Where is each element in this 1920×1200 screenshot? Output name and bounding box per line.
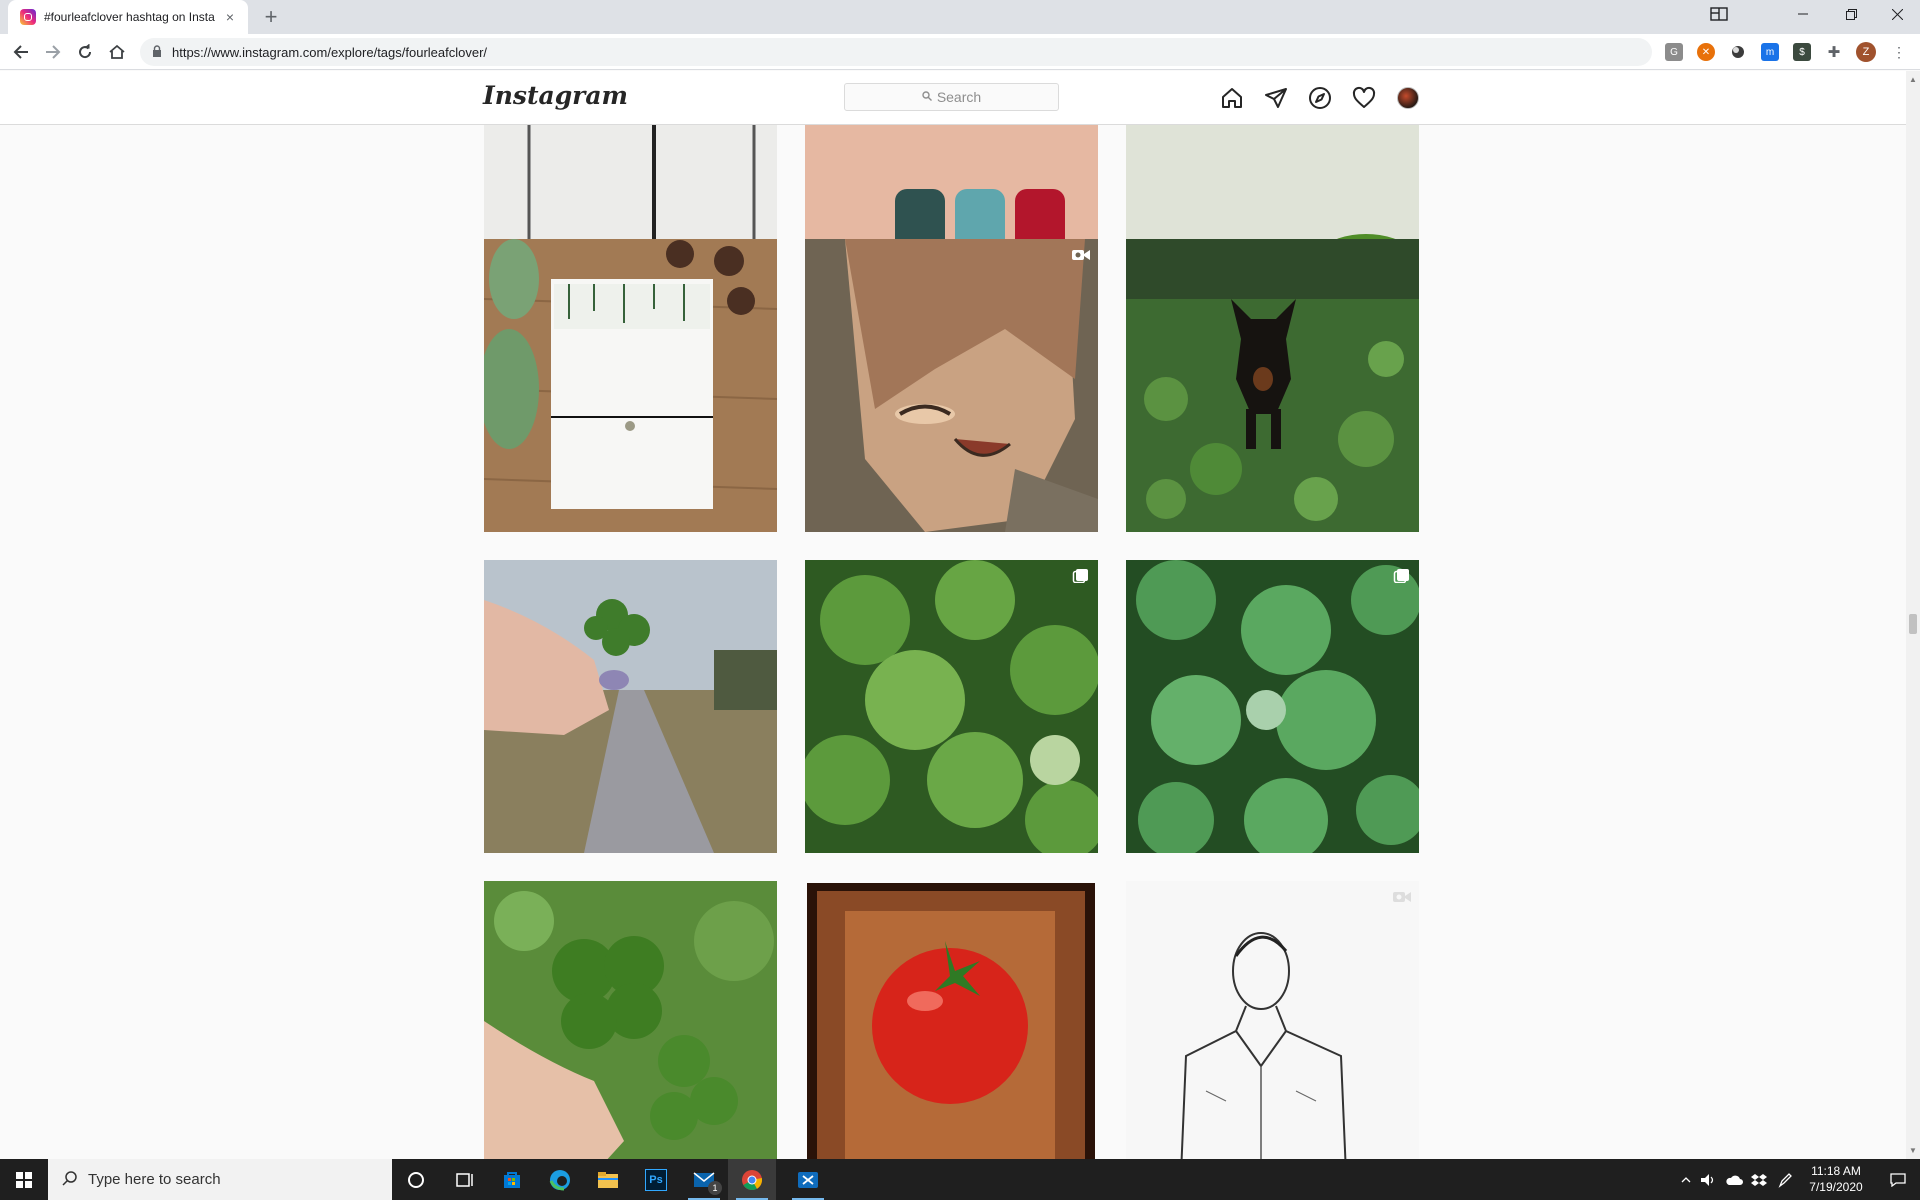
scroll-down-icon[interactable]: ▼ (1909, 1146, 1917, 1155)
post-tile[interactable] (1126, 239, 1419, 532)
chrome-icon[interactable] (728, 1159, 776, 1200)
lock-icon (152, 44, 162, 60)
url-text: https://www.instagram.com/explore/tags/f… (172, 44, 488, 60)
extension-x-icon[interactable]: ✕ (1697, 43, 1715, 61)
windows-taskbar: Type here to search Ps 1 11:18 AM 7/19/2… (0, 1159, 1920, 1200)
post-image-dog (1126, 239, 1419, 532)
explore-compass-icon[interactable] (1308, 86, 1332, 110)
profile-avatar[interactable]: Z (1856, 42, 1876, 62)
multiple-photos-icon (1072, 569, 1088, 583)
home-icon[interactable] (1220, 86, 1244, 110)
post-tile[interactable] (1126, 881, 1419, 1159)
clock-date: 7/19/2020 (1809, 1180, 1863, 1194)
restore-button[interactable] (1828, 0, 1874, 28)
file-explorer-icon[interactable] (584, 1159, 632, 1200)
mail-count-badge: 1 (708, 1181, 722, 1195)
activity-heart-icon[interactable] (1352, 86, 1376, 110)
post-image-card (484, 239, 777, 532)
close-tab-icon[interactable]: × (222, 9, 238, 25)
profile-avatar-ig[interactable] (1397, 87, 1419, 109)
post-image-anime (805, 239, 1098, 532)
task-view-icon[interactable] (440, 1159, 488, 1200)
taskbar-clock[interactable]: 11:18 AM 7/19/2020 (1796, 1163, 1876, 1195)
search-icon (62, 1170, 78, 1190)
scrollbar-thumb[interactable] (1909, 614, 1917, 634)
browser-menu-icon[interactable]: ⋮ (1890, 43, 1908, 61)
onedrive-icon[interactable] (1722, 1159, 1746, 1200)
forward-arrow-icon[interactable] (41, 40, 65, 64)
snipping-tool-icon[interactable] (784, 1159, 832, 1200)
post-grid (0, 125, 1906, 1159)
home-icon[interactable] (105, 40, 129, 64)
post-tile[interactable] (1126, 560, 1419, 853)
address-bar[interactable]: https://www.instagram.com/explore/tags/f… (140, 38, 1652, 66)
page-scrollbar[interactable]: ▲ ▼ (1906, 71, 1920, 1159)
post-image-clover-patch-2 (1126, 560, 1419, 853)
minimize-button[interactable] (1780, 0, 1826, 28)
post-tile[interactable] (484, 239, 777, 532)
post-image-clover-patch (805, 560, 1098, 853)
post-tile[interactable] (484, 560, 777, 853)
post-tile[interactable] (805, 560, 1098, 853)
browser-tab-active[interactable]: #fourleafclover hashtag on Insta × (8, 0, 248, 34)
post-tile[interactable] (805, 881, 1098, 1159)
cortana-icon[interactable] (392, 1159, 440, 1200)
multiple-photos-icon (1393, 569, 1409, 583)
microsoft-store-icon[interactable] (488, 1159, 536, 1200)
tab-title: #fourleafclover hashtag on Insta (44, 10, 215, 24)
post-image-line-drawing (1126, 881, 1419, 1159)
instagram-logo[interactable]: Instagram (483, 81, 628, 110)
extension-g-icon[interactable]: G (1665, 43, 1683, 61)
windows-start-icon[interactable] (0, 1159, 48, 1200)
instagram-favicon-icon (20, 9, 36, 25)
close-window-button[interactable] (1874, 0, 1920, 28)
post-tile[interactable] (805, 239, 1098, 532)
extension-dark-icon[interactable]: $ (1793, 43, 1811, 61)
extension-blue-icon[interactable]: m (1761, 43, 1779, 61)
post-tile[interactable] (484, 881, 777, 1159)
edge-icon[interactable] (536, 1159, 584, 1200)
action-center-icon[interactable] (1878, 1159, 1918, 1200)
tray-chevron-icon[interactable] (1676, 1159, 1696, 1200)
extension-circle-icon[interactable] (1729, 43, 1747, 61)
extensions-puzzle-icon[interactable]: ✚ (1825, 43, 1843, 61)
search-input[interactable]: Search (844, 83, 1059, 111)
post-image-tomato (805, 881, 1098, 1159)
scroll-up-icon[interactable]: ▲ (1909, 75, 1917, 84)
taskbar-search-placeholder: Type here to search (88, 1171, 221, 1188)
photoshop-icon[interactable]: Ps (632, 1159, 680, 1200)
dropbox-icon[interactable] (1748, 1159, 1770, 1200)
search-placeholder: Search (936, 89, 982, 105)
clock-time: 11:18 AM (1811, 1164, 1861, 1178)
video-icon (1072, 250, 1090, 260)
tab-search-icon[interactable] (1696, 0, 1742, 28)
search-icon (922, 90, 932, 104)
browser-tab-strip: #fourleafclover hashtag on Insta × + (0, 0, 1920, 34)
back-arrow-icon[interactable] (9, 40, 33, 64)
direct-message-icon[interactable] (1264, 86, 1288, 110)
new-tab-button[interactable]: + (258, 4, 284, 30)
pen-icon[interactable] (1774, 1159, 1796, 1200)
browser-toolbar: https://www.instagram.com/explore/tags/f… (0, 34, 1920, 70)
instagram-header: Instagram Search (0, 71, 1906, 125)
post-image-hand-road (484, 560, 777, 853)
volume-icon[interactable] (1698, 1159, 1718, 1200)
reload-icon[interactable] (73, 40, 97, 64)
post-image-hand-clovers (484, 881, 777, 1159)
video-icon (1393, 892, 1411, 902)
mail-icon[interactable]: 1 (680, 1159, 728, 1200)
taskbar-search-input[interactable]: Type here to search (48, 1159, 392, 1200)
